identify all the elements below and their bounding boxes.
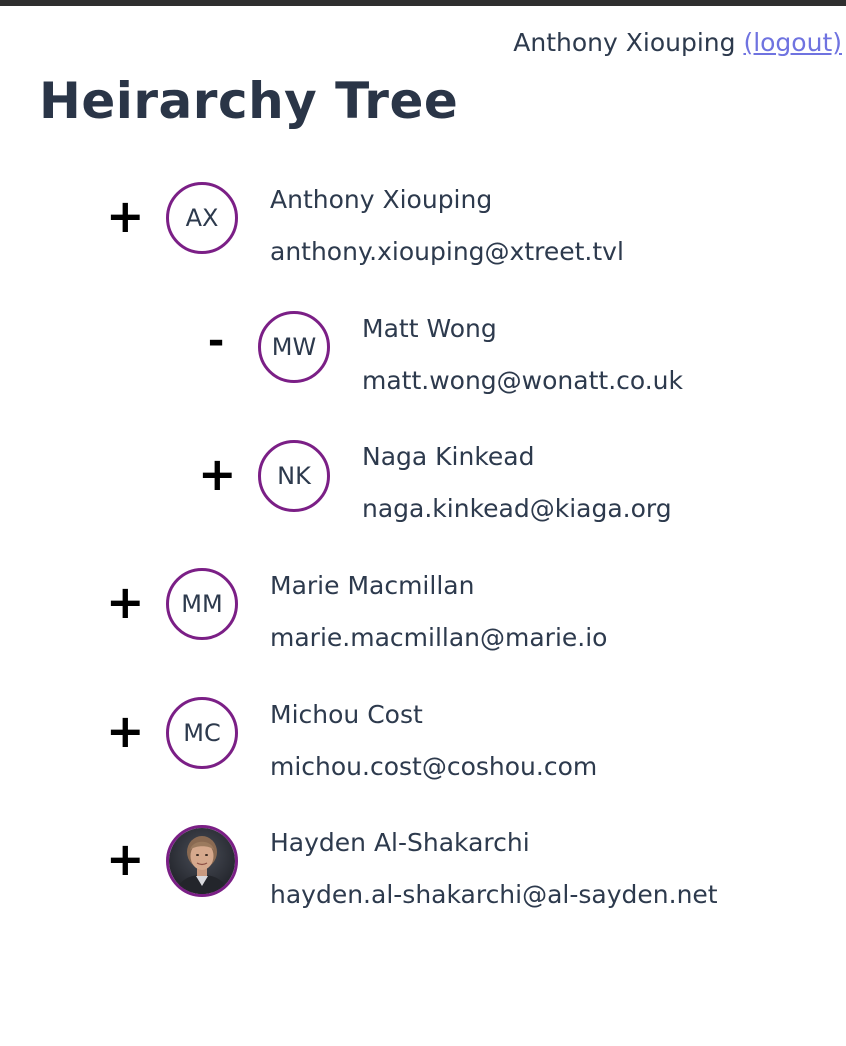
- avatar-photo: [166, 825, 238, 897]
- user-name: Anthony Xiouping: [270, 185, 493, 214]
- expand-toggle[interactable]: +: [106, 836, 145, 882]
- tree-node: + NK Naga Kinkead naga.kinkead@kiaga.org: [198, 440, 846, 523]
- user-name: Matt Wong: [362, 314, 497, 343]
- user-email: marie.macmillan@marie.io: [270, 623, 608, 652]
- hierarchy-tree: + AX Anthony Xiouping anthony.xiouping@x…: [0, 0, 846, 1046]
- tree-node: + MM Marie Macmillan marie.macmillan@mar…: [106, 568, 806, 652]
- tree-node: + AX Anthony Xiouping anthony.xiouping@x…: [106, 182, 806, 266]
- user-email: matt.wong@wonatt.co.uk: [362, 366, 684, 395]
- user-email: michou.cost@coshou.com: [270, 752, 598, 781]
- avatar: MC: [166, 697, 238, 769]
- avatar: MW: [258, 311, 330, 383]
- avatar: AX: [166, 182, 238, 254]
- tree-node: + Hayden Al-Shakarchi hayden.al-shakarch…: [106, 825, 806, 909]
- collapse-toggle[interactable]: -: [198, 321, 234, 361]
- user-email: anthony.xiouping@xtreet.tvl: [270, 237, 624, 266]
- expand-toggle[interactable]: +: [106, 708, 145, 754]
- expand-toggle[interactable]: +: [106, 193, 145, 239]
- avatar: MM: [166, 568, 238, 640]
- user-email: hayden.al-shakarchi@al-sayden.net: [270, 880, 718, 909]
- tree-node: + MC Michou Cost michou.cost@coshou.com: [106, 697, 806, 781]
- user-name: Marie Macmillan: [270, 571, 475, 600]
- expand-toggle[interactable]: +: [198, 451, 237, 497]
- user-name: Hayden Al-Shakarchi: [270, 828, 530, 857]
- avatar: NK: [258, 440, 330, 512]
- tree-node: - MW Matt Wong matt.wong@wonatt.co.uk: [198, 311, 846, 395]
- user-name: Michou Cost: [270, 700, 423, 729]
- avatar-photo-image: [169, 828, 235, 894]
- user-email: naga.kinkead@kiaga.org: [362, 494, 672, 523]
- expand-toggle[interactable]: +: [106, 579, 145, 625]
- user-name: Naga Kinkead: [362, 442, 535, 471]
